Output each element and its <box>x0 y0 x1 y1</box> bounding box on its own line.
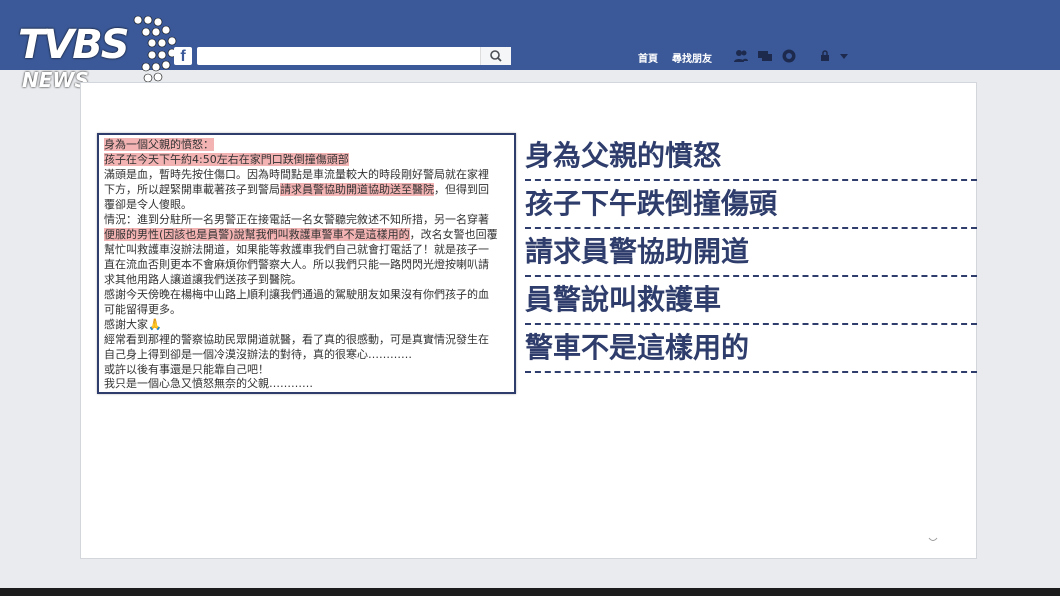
facebook-post-screenshot: 身為一個父親的憤怒： 孩子在今天下午約4:50左右在家門口跌倒撞傷頭部 滿頭是血… <box>97 133 516 394</box>
callout-text: 身為父親的憤怒 <box>525 139 722 172</box>
bottom-bar <box>0 588 1060 596</box>
post-line: 自己身上得到卻是一個冷漠沒辦法的對待，真的很寒心………… <box>104 348 412 361</box>
post-line: 經常看到那裡的警察協助民眾開道就醫，看了真的很感動，可是真實情況發生在 <box>104 333 489 346</box>
callout-text: 請求員警協助開道 <box>525 235 750 268</box>
logo-sub-text: NEWS <box>22 68 89 92</box>
callout-text: 員警說叫救護車 <box>525 283 722 316</box>
post-line: 孩子在今天下午約4:50左右在家門口跌倒撞傷頭部 <box>104 153 349 166</box>
post-line: 覆卻是令人傻眼。 <box>104 198 192 211</box>
post-line: 情況：進到分駐所一名男警正在接電話一名女警聽完敘述不知所措，另一名穿著 <box>104 213 489 226</box>
search-input[interactable] <box>197 47 511 65</box>
post-line: 感謝今天傍晚在楊梅中山路上順利讓我們通過的駕駛朋友如果沒有你們孩子的血 <box>104 288 489 301</box>
callout-4: 員警說叫救護車 <box>525 275 977 325</box>
callout-2: 孩子下午跌倒撞傷頭 <box>525 179 977 229</box>
post-line: 或許以後有事還是只能靠自己吧！ <box>104 363 269 376</box>
post-line: 身為一個父親的憤怒： <box>104 138 214 151</box>
smile-icon <box>928 537 938 541</box>
search-icon <box>490 50 502 62</box>
logo-text: TVBS <box>18 22 130 68</box>
logo-dots-icon <box>133 15 177 83</box>
notifications-icon[interactable] <box>781 48 797 64</box>
privacy-icon[interactable] <box>818 48 834 64</box>
callout-3: 請求員警協助開道 <box>525 227 977 277</box>
callout-text: 孩子下午跌倒撞傷頭 <box>525 187 778 220</box>
callout-5: 警車不是這樣用的 <box>525 323 977 373</box>
search-button[interactable] <box>480 47 511 65</box>
post-line: 直在流血否則更本不會麻煩你們警察大人。所以我們只能一路閃閃光燈按喇叭請 <box>104 258 489 271</box>
messages-icon[interactable] <box>757 48 773 64</box>
nav-home-link[interactable]: 首頁 <box>638 50 658 65</box>
callout-1: 身為父親的憤怒 <box>525 131 977 181</box>
callout-text: 警車不是這樣用的 <box>525 331 750 364</box>
post-line: 感謝大家🙏 <box>104 318 162 331</box>
post-line: 滿頭是血，暫時先按住傷口。因為時間點是車流量較大的時段剛好警局就在家裡 <box>104 168 489 181</box>
dropdown-icon[interactable] <box>836 48 852 64</box>
post-line: 求其他用路人讓道讓我們送孩子到醫院。 <box>104 273 302 286</box>
nav-find-friends-link[interactable]: 尋找朋友 <box>672 50 712 65</box>
friends-icon[interactable] <box>733 48 749 64</box>
post-line: 便服的男性(因該也是員警)說幫我們叫救護車警車不是這樣用的，改名女警也回覆 <box>104 228 498 241</box>
post-line: 我只是一個心急又憤怒無奈的父親………… <box>104 377 313 390</box>
post-line: 可能留得更多。 <box>104 303 181 316</box>
post-line: 幫忙叫救護車沒辦法開道，如果能等救護車我們自己就會打電話了！就是孩子一 <box>104 243 489 256</box>
post-line: 下方，所以趕緊開車載著孩子到警局請求員警協助開道協助送至醫院，但得到回 <box>104 183 489 196</box>
facebook-icon[interactable]: f <box>174 47 192 65</box>
